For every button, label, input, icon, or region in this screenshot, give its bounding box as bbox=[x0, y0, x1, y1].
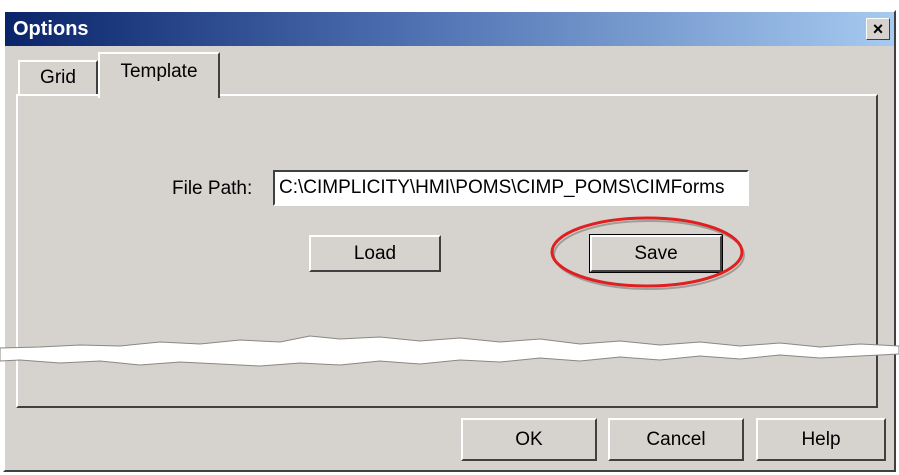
template-tab-panel bbox=[16, 94, 878, 408]
window-title: Options bbox=[13, 18, 89, 40]
file-path-label: File Path: bbox=[172, 178, 253, 199]
cancel-button[interactable]: Cancel bbox=[608, 418, 744, 461]
close-icon: × bbox=[872, 19, 884, 39]
title-bar[interactable]: Options × bbox=[5, 12, 894, 46]
tab-grid[interactable]: Grid bbox=[18, 60, 98, 94]
file-path-input[interactable]: C:\CIMPLICITY\HMI\POMS\CIMP_POMS\CIMForm… bbox=[273, 170, 749, 206]
close-button[interactable]: × bbox=[866, 18, 890, 40]
save-button[interactable]: Save bbox=[589, 234, 723, 273]
help-button[interactable]: Help bbox=[756, 418, 886, 461]
ok-button[interactable]: OK bbox=[461, 418, 597, 461]
tab-template[interactable]: Template bbox=[98, 52, 220, 98]
load-button[interactable]: Load bbox=[309, 235, 441, 272]
